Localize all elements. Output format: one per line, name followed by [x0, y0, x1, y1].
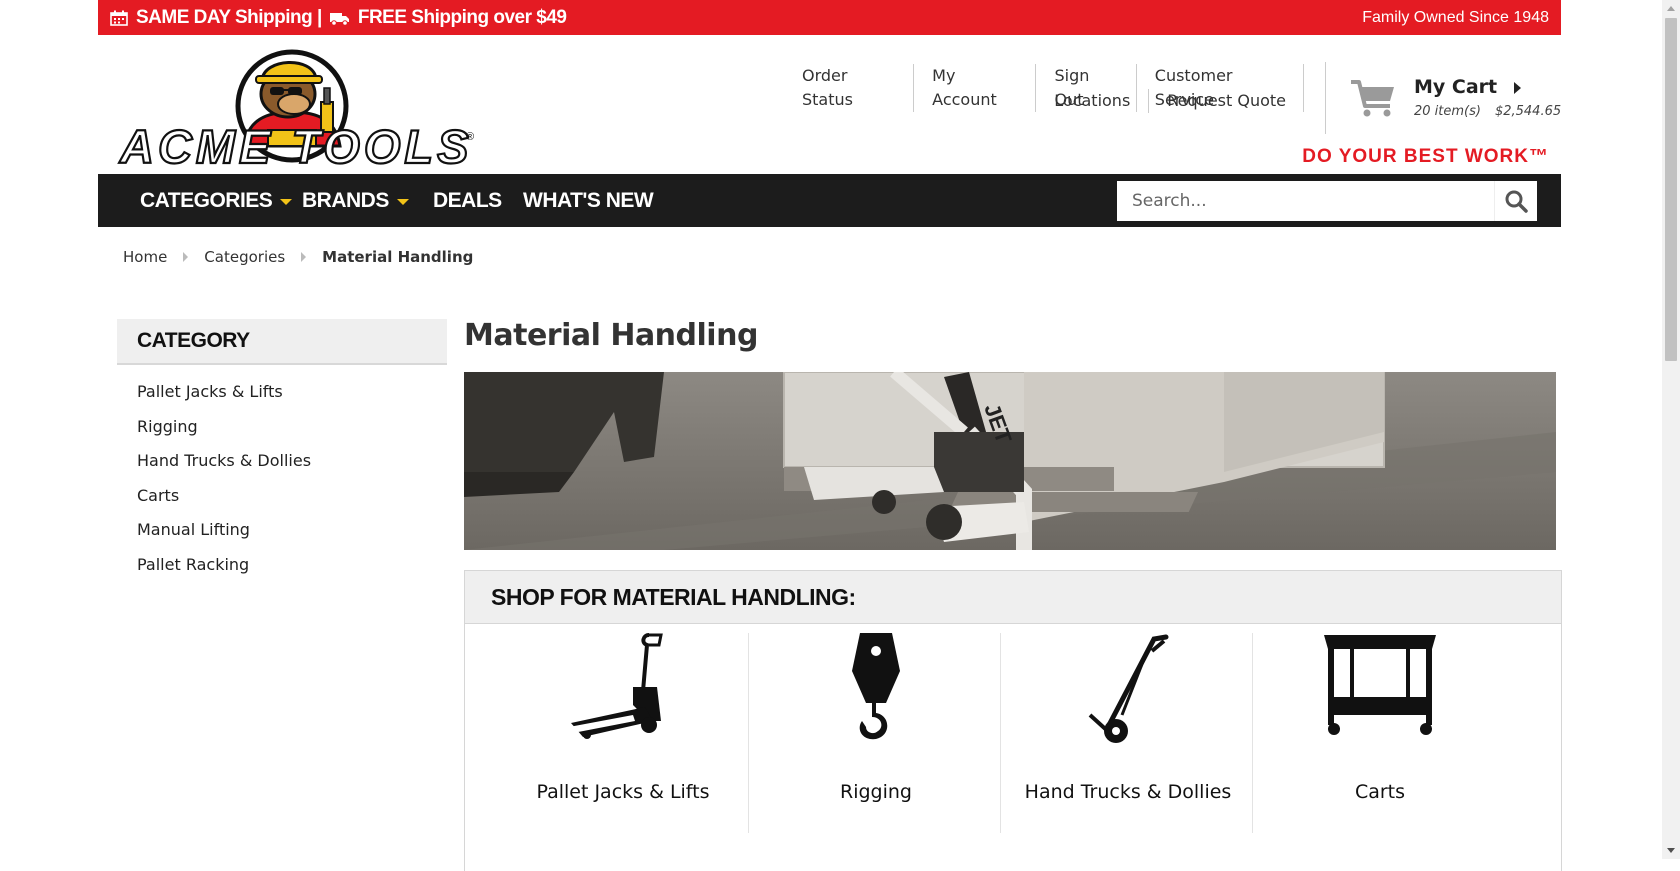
crane-hook-icon	[852, 633, 900, 740]
sidebar-list: Pallet Jacks & Lifts Rigging Hand Trucks…	[117, 365, 447, 583]
tile-pic	[750, 631, 1002, 751]
tile-divider	[1000, 633, 1001, 833]
header-links: Order Status My Account Sign Out Custome…	[784, 62, 1304, 122]
sidebar-item-carts[interactable]: Carts	[137, 479, 447, 514]
tile-carts[interactable]: Carts	[1254, 631, 1506, 835]
breadcrumb-home[interactable]: Home	[123, 248, 167, 266]
tile-label: Carts	[1354, 781, 1406, 803]
search-button[interactable]	[1494, 181, 1537, 221]
cart-total: $2,544.65	[1494, 104, 1562, 119]
logo-wordmark: ACME TOOLS	[119, 120, 472, 172]
cart-item-count: 20 item(s)	[1414, 104, 1481, 119]
search-box	[1117, 181, 1537, 221]
tile-divider	[748, 633, 749, 833]
sidebar-heading: CATEGORY	[117, 319, 447, 365]
my-account-link[interactable]: My Account	[914, 64, 1037, 112]
nav-categories[interactable]: CATEGORIES	[140, 174, 293, 227]
sidebar-item-pallet-racking[interactable]: Pallet Racking	[137, 548, 447, 583]
my-cart-button[interactable]: My Cart 20 item(s) $2,544.65	[1325, 62, 1561, 134]
sidebar-item-hand-trucks[interactable]: Hand Trucks & Dollies	[137, 444, 447, 479]
shop-tiles: Pallet Jacks & Lifts Rigging Hand Trucks…	[465, 631, 1561, 871]
tile-rigging[interactable]: Rigging	[750, 631, 1002, 835]
tile-label: Rigging	[840, 781, 912, 803]
breadcrumb-separator-icon	[183, 252, 189, 262]
tile-hand-trucks[interactable]: Hand Trucks & Dollies	[1002, 631, 1254, 835]
category-banner-image: JET	[464, 372, 1556, 550]
tile-label: Pallet Jacks & Lifts	[536, 781, 710, 803]
page-title: Material Handling	[464, 318, 758, 353]
breadcrumb-current: Material Handling	[322, 248, 474, 266]
scroll-down-arrow-icon[interactable]	[1667, 848, 1675, 853]
search-input[interactable]	[1117, 181, 1492, 221]
header-links-row-2: Locations Request Quote	[1036, 89, 1304, 113]
beaver-mascot-logo-icon: ACME TOOLS ®	[118, 49, 474, 174]
shopping-cart-icon	[1351, 80, 1394, 117]
dropdown-caret-icon	[396, 199, 409, 205]
cart-summary: 20 item(s) $2,544.65	[1414, 104, 1575, 119]
category-sidebar: CATEGORY Pallet Jacks & Lifts Rigging Ha…	[117, 319, 447, 583]
breadcrumb: Home Categories Material Handling	[123, 248, 473, 266]
dropdown-caret-icon	[280, 199, 293, 205]
nav-categories-label: CATEGORIES	[140, 188, 273, 212]
acme-tools-logo[interactable]: ACME TOOLS ®	[116, 42, 484, 174]
pallet-jack-icon	[569, 633, 663, 739]
tagline: DO YOUR BEST WORK™	[1302, 146, 1549, 167]
shop-category-panel: SHOP FOR MATERIAL HANDLING: Pallet Jacks…	[464, 570, 1562, 871]
breadcrumb-categories[interactable]: Categories	[204, 248, 285, 266]
tile-divider	[1252, 633, 1253, 833]
calendar-icon	[110, 10, 128, 26]
cart-caret-icon	[1514, 82, 1521, 94]
sidebar-item-pallet-jacks[interactable]: Pallet Jacks & Lifts	[137, 375, 447, 410]
tile-label: Hand Trucks & Dollies	[1024, 781, 1232, 803]
registered-mark: ®	[466, 131, 474, 143]
cart-title: My Cart	[1414, 76, 1498, 98]
search-icon	[1505, 190, 1528, 213]
request-quote-link[interactable]: Request Quote	[1149, 89, 1304, 113]
shop-heading: SHOP FOR MATERIAL HANDLING:	[465, 571, 1561, 624]
page-scrollbar[interactable]	[1662, 0, 1680, 859]
tile-pallet-jacks[interactable]: Pallet Jacks & Lifts	[497, 631, 749, 835]
scrollbar-thumb[interactable]	[1665, 18, 1677, 361]
promo-shipping: SAME DAY Shipping | FREE Shipping over $…	[110, 0, 567, 35]
nav-deals[interactable]: DEALS	[433, 174, 502, 227]
nav-brands[interactable]: BRANDS	[302, 174, 409, 227]
family-owned-text: Family Owned Since 1948	[1362, 8, 1549, 26]
utility-cart-icon	[1324, 635, 1436, 735]
pallet-jack-photo: JET	[464, 372, 1556, 550]
order-status-link[interactable]: Order Status	[784, 64, 915, 112]
sidebar-item-rigging[interactable]: Rigging	[137, 410, 447, 445]
sidebar-item-manual-lifting[interactable]: Manual Lifting	[137, 513, 447, 548]
page-wrapper: SAME DAY Shipping | FREE Shipping over $…	[98, 0, 1562, 871]
truck-icon	[329, 12, 349, 26]
hand-truck-icon	[1088, 634, 1169, 743]
scroll-up-arrow-icon[interactable]	[1667, 6, 1675, 11]
nav-whats-new[interactable]: WHAT'S NEW	[523, 174, 654, 227]
breadcrumb-separator-icon	[301, 252, 307, 262]
nav-brands-label: BRANDS	[302, 188, 389, 212]
same-day-shipping-text: SAME DAY Shipping |	[136, 6, 322, 28]
tile-pic	[1002, 631, 1254, 751]
tile-pic	[1254, 631, 1506, 751]
free-shipping-text: FREE Shipping over $49	[357, 6, 567, 28]
locations-link[interactable]: Locations	[1036, 89, 1150, 113]
promo-bar: SAME DAY Shipping | FREE Shipping over $…	[98, 0, 1561, 35]
tile-pic	[497, 631, 749, 751]
